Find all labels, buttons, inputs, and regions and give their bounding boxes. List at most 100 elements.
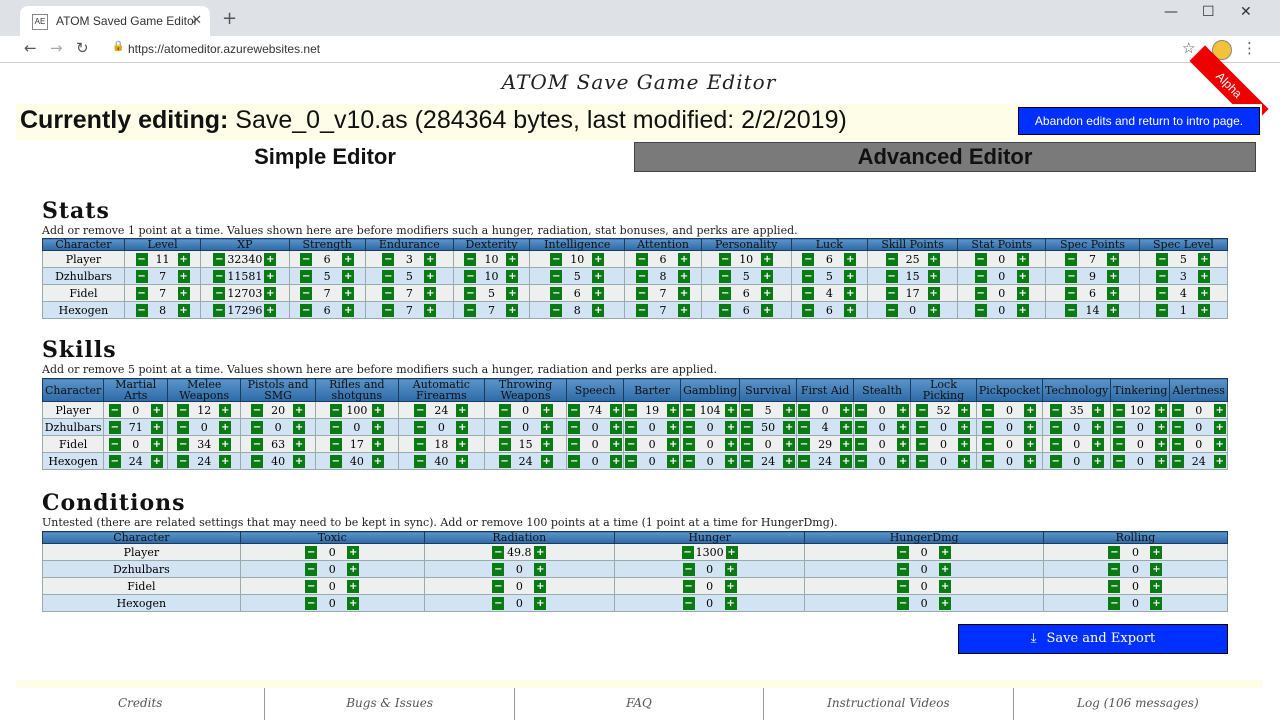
decrement-button[interactable]: − xyxy=(855,420,868,434)
decrement-button[interactable]: − xyxy=(251,420,264,434)
decrement-button[interactable]: − xyxy=(464,252,477,266)
decrement-button[interactable]: − xyxy=(414,403,427,417)
increment-button[interactable]: + xyxy=(761,252,774,266)
increment-button[interactable]: + xyxy=(1150,579,1163,593)
increment-button[interactable]: + xyxy=(761,303,774,317)
increment-button[interactable]: + xyxy=(1213,420,1226,434)
decrement-button[interactable]: − xyxy=(802,286,815,300)
increment-button[interactable]: + xyxy=(219,454,232,468)
increment-button[interactable]: + xyxy=(1091,420,1104,434)
decrement-button[interactable]: − xyxy=(897,562,910,576)
increment-button[interactable]: + xyxy=(897,454,910,468)
decrement-button[interactable]: − xyxy=(798,454,811,468)
decrement-button[interactable]: − xyxy=(719,252,732,266)
footer-link-instructional-videos[interactable]: Instructional Videos xyxy=(764,688,1014,720)
decrement-button[interactable]: − xyxy=(1156,252,1169,266)
increment-button[interactable]: + xyxy=(456,437,469,451)
save-export-button[interactable]: ⤓ Save and Export xyxy=(958,624,1228,654)
increment-button[interactable]: + xyxy=(1150,545,1163,559)
tab-advanced-editor[interactable]: Advanced Editor xyxy=(634,142,1256,172)
increment-button[interactable]: + xyxy=(678,269,691,283)
increment-button[interactable]: + xyxy=(1107,303,1120,317)
abandon-button[interactable]: Abandon edits and return to intro page. xyxy=(1018,107,1260,135)
increment-button[interactable]: + xyxy=(927,303,940,317)
increment-button[interactable]: + xyxy=(592,286,605,300)
increment-button[interactable]: + xyxy=(534,596,547,610)
decrement-button[interactable]: − xyxy=(382,269,395,283)
decrement-button[interactable]: − xyxy=(300,286,313,300)
increment-button[interactable]: + xyxy=(1091,454,1104,468)
increment-button[interactable]: + xyxy=(534,545,547,559)
decrement-button[interactable]: − xyxy=(798,420,811,434)
increment-button[interactable]: + xyxy=(592,269,605,283)
maximize-icon[interactable]: ☐ xyxy=(1202,4,1215,20)
decrement-button[interactable]: − xyxy=(177,420,190,434)
increment-button[interactable]: + xyxy=(667,454,680,468)
increment-button[interactable]: + xyxy=(371,420,384,434)
decrement-button[interactable]: − xyxy=(1108,579,1121,593)
increment-button[interactable]: + xyxy=(219,420,232,434)
decrement-button[interactable]: − xyxy=(625,420,638,434)
increment-button[interactable]: + xyxy=(456,454,469,468)
decrement-button[interactable]: − xyxy=(982,403,995,417)
decrement-button[interactable]: − xyxy=(414,437,427,451)
decrement-button[interactable]: − xyxy=(681,545,694,559)
minimize-icon[interactable]: — xyxy=(1164,4,1178,20)
increment-button[interactable]: + xyxy=(783,403,796,417)
decrement-button[interactable]: − xyxy=(1108,562,1121,576)
increment-button[interactable]: + xyxy=(958,437,971,451)
decrement-button[interactable]: − xyxy=(300,269,313,283)
decrement-button[interactable]: − xyxy=(492,596,505,610)
back-arrow-icon[interactable]: ← xyxy=(24,39,37,57)
increment-button[interactable]: + xyxy=(1155,437,1168,451)
decrement-button[interactable]: − xyxy=(625,454,638,468)
decrement-button[interactable]: − xyxy=(382,286,395,300)
decrement-button[interactable]: − xyxy=(741,403,754,417)
decrement-button[interactable]: − xyxy=(492,562,505,576)
increment-button[interactable]: + xyxy=(1024,454,1037,468)
increment-button[interactable]: + xyxy=(678,303,691,317)
decrement-button[interactable]: − xyxy=(719,303,732,317)
increment-button[interactable]: + xyxy=(424,252,437,266)
increment-button[interactable]: + xyxy=(1091,437,1104,451)
increment-button[interactable]: + xyxy=(725,403,738,417)
increment-button[interactable]: + xyxy=(958,403,971,417)
increment-button[interactable]: + xyxy=(725,545,738,559)
new-tab-button[interactable]: + xyxy=(222,8,237,29)
increment-button[interactable]: + xyxy=(897,420,910,434)
decrement-button[interactable]: − xyxy=(982,454,995,468)
decrement-button[interactable]: − xyxy=(1065,269,1078,283)
increment-button[interactable]: + xyxy=(371,403,384,417)
decrement-button[interactable]: − xyxy=(414,454,427,468)
decrement-button[interactable]: − xyxy=(498,454,511,468)
close-tab-icon[interactable]: ✕ xyxy=(191,12,202,28)
increment-button[interactable]: + xyxy=(540,437,553,451)
increment-button[interactable]: + xyxy=(1107,252,1120,266)
increment-button[interactable]: + xyxy=(424,269,437,283)
increment-button[interactable]: + xyxy=(783,437,796,451)
increment-button[interactable]: + xyxy=(371,437,384,451)
decrement-button[interactable]: − xyxy=(636,303,649,317)
increment-button[interactable]: + xyxy=(610,437,623,451)
decrement-button[interactable]: − xyxy=(1065,303,1078,317)
increment-button[interactable]: + xyxy=(678,252,691,266)
decrement-button[interactable]: − xyxy=(855,437,868,451)
decrement-button[interactable]: − xyxy=(636,252,649,266)
decrement-button[interactable]: − xyxy=(741,420,754,434)
decrement-button[interactable]: − xyxy=(108,403,121,417)
increment-button[interactable]: + xyxy=(783,454,796,468)
decrement-button[interactable]: − xyxy=(1171,454,1184,468)
url-text[interactable]: https://atomeditor.azurewebsites.net xyxy=(128,42,320,56)
decrement-button[interactable]: − xyxy=(568,420,581,434)
browser-tab[interactable]: AE ATOM Saved Game Editor ✕ xyxy=(20,6,210,36)
menu-kebab-icon[interactable]: ⋮ xyxy=(1242,39,1257,57)
increment-button[interactable]: + xyxy=(1016,269,1029,283)
decrement-button[interactable]: − xyxy=(683,420,696,434)
url-box[interactable]: 🔒 https://atomeditor.azurewebsites.net xyxy=(100,38,1160,60)
decrement-button[interactable]: − xyxy=(492,545,505,559)
increment-button[interactable]: + xyxy=(1155,454,1168,468)
increment-button[interactable]: + xyxy=(540,454,553,468)
decrement-button[interactable]: − xyxy=(213,252,226,266)
increment-button[interactable]: + xyxy=(840,420,853,434)
increment-button[interactable]: + xyxy=(667,403,680,417)
